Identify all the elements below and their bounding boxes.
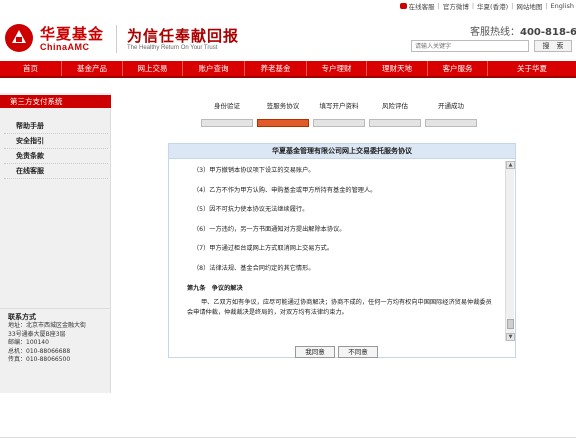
contact-postcode: 邮编：100140 (8, 339, 49, 347)
divider: | (545, 2, 548, 10)
divider: | (437, 2, 440, 10)
contact-info: 联系方式 地址：北京市西城区金融大街 33号通泰大厦B座3层 邮编：100140… (0, 308, 111, 364)
step-bar (201, 119, 253, 127)
step-bar (313, 119, 365, 127)
main-nav: 首页 基金产品 网上交易 账户查询 养老基金 专户理财 理财天地 客户服务 关于… (0, 61, 576, 78)
agreement-text: （3）甲方撤销本协议项下设立的交易账户。 （4）乙方不作为甲方认购、申购基金或甲… (169, 160, 505, 340)
step-identity: 身份验证 (201, 100, 253, 127)
weibo-link[interactable]: 官方微博 (443, 1, 469, 11)
contact-address: 地址：北京市西城区金融大街 (8, 322, 87, 330)
step-account-info: 填写开户资料 (313, 100, 365, 127)
progress-steps: 身份验证 签服务协议 填写开户资料 风险评估 开通成功 (201, 100, 477, 130)
sidebar-item-security[interactable]: 安全指引 (4, 134, 108, 149)
logo-icon[interactable] (5, 24, 33, 52)
divider: | (511, 2, 514, 10)
step-risk: 风险评估 (369, 100, 421, 127)
sidebar-item-help[interactable]: 帮助手册 (4, 119, 108, 134)
clause: （7）甲方通过柜台或网上方式取消网上交易方式。 (193, 245, 334, 252)
step-bar (425, 119, 477, 127)
clause: （3）甲方撤销本协议项下设立的交易账户。 (193, 167, 315, 174)
logo-subtext[interactable]: ChinaAMC (40, 42, 90, 52)
clause: （5）因不可抗力使本协议无法继续履行。 (193, 206, 309, 213)
step-label: 开通成功 (438, 102, 464, 110)
step-label: 填写开户资料 (319, 102, 359, 110)
scrollbar[interactable]: ▲ ▼ (505, 161, 515, 341)
hotline-label: 客服热线： (470, 27, 520, 38)
top-links: 在线客服 | 官方微博 | 华夏(香港) | 网站地图 | English (399, 1, 574, 11)
disagree-button[interactable]: 不同意 (338, 346, 378, 358)
sidebar-menu: 帮助手册 安全指引 免责条款 在线客服 (4, 119, 108, 179)
clause: （6）一方违约，另一方书面通知对方提出解除本协议。 (193, 225, 346, 233)
sidebar-item-online-service[interactable]: 在线客服 (4, 164, 108, 179)
clause: （4）乙方不作为甲方认购、申购基金或甲方所持有基金的管理人。 (193, 186, 377, 194)
online-service-link[interactable]: 在线客服 (409, 1, 435, 11)
agree-button[interactable]: 我同意 (295, 346, 335, 358)
step-bar-active (257, 119, 309, 127)
logo-text[interactable]: 华夏基金 (40, 23, 104, 44)
nav-item-funds[interactable]: 基金产品 (62, 61, 123, 76)
english-link[interactable]: English (551, 2, 574, 10)
step-label: 身份验证 (214, 102, 240, 110)
step-agreement: 签服务协议 (257, 100, 309, 127)
search-button[interactable]: 搜 索 (534, 40, 572, 52)
divider: | (471, 2, 475, 10)
header-divider (116, 25, 117, 53)
scroll-thumb[interactable] (507, 319, 514, 329)
sitemap-link[interactable]: 网站地图 (516, 1, 542, 11)
contact-fax: 传真：010-88066500 (8, 356, 71, 364)
contact-phone: 总机：010-88066688 (8, 347, 71, 355)
chat-icon (399, 3, 407, 9)
nav-item-pension[interactable]: 养老基金 (245, 61, 307, 76)
sidebar-title: 第三方支付系统 (0, 95, 111, 108)
contact-title: 联系方式 (8, 313, 36, 321)
slogan: 为信任奉献回报 (127, 27, 240, 45)
step-complete: 开通成功 (425, 100, 477, 127)
step-bar (369, 119, 421, 127)
sidebar: 第三方支付系统 帮助手册 安全指引 免责条款 在线客服 联系方式 地址：北京市西… (0, 93, 111, 393)
step-label: 风险评估 (382, 102, 408, 110)
nav-item-private-wealth[interactable]: 专户理财 (307, 61, 367, 76)
nav-item-online-trading[interactable]: 网上交易 (123, 61, 183, 76)
nav-item-about[interactable]: 关于华夏 (488, 61, 576, 76)
nav-item-account-query[interactable]: 账户查询 (183, 61, 245, 76)
section-title: 第九条 争议的解决 (187, 285, 243, 292)
contact-address-2: 33号通泰大厦B座3层 (8, 330, 66, 338)
footer-divider (0, 437, 576, 438)
agreement-panel: 华夏基金管理有限公司网上交易委托服务协议 （3）甲方撤销本协议项下设立的交易账户… (168, 143, 516, 358)
step-label: 签服务协议 (266, 102, 300, 110)
clause: （8）法律法规、基金合同约定的其它情形。 (193, 264, 315, 272)
site-header: 华夏基金 ChinaAMC 为信任奉献回报 The Healthy Return… (0, 11, 576, 61)
nav-item-home[interactable]: 首页 (0, 61, 62, 76)
scroll-down-icon[interactable]: ▼ (506, 333, 515, 341)
sidebar-item-disclaimer[interactable]: 免责条款 (4, 149, 108, 164)
nav-item-customer-service[interactable]: 客户服务 (428, 61, 488, 76)
scroll-up-icon[interactable]: ▲ (506, 161, 515, 169)
section-paragraph: 甲、乙双方如有争议，应尽可能通过协商解决；协商不成的，任何一方均有权向中国国际经… (187, 299, 492, 316)
search-input[interactable] (411, 40, 529, 52)
hotline-number: 400-818-6666 (520, 27, 576, 38)
slogan-english: The Healthy Return On Your Trust (127, 45, 218, 51)
hotline: 客服热线：400-818-6666 (470, 23, 576, 38)
agreement-title: 华夏基金管理有限公司网上交易委托服务协议 (169, 144, 515, 159)
nav-item-finance[interactable]: 理财天地 (367, 61, 428, 76)
hk-link[interactable]: 华夏(香港) (477, 1, 508, 11)
